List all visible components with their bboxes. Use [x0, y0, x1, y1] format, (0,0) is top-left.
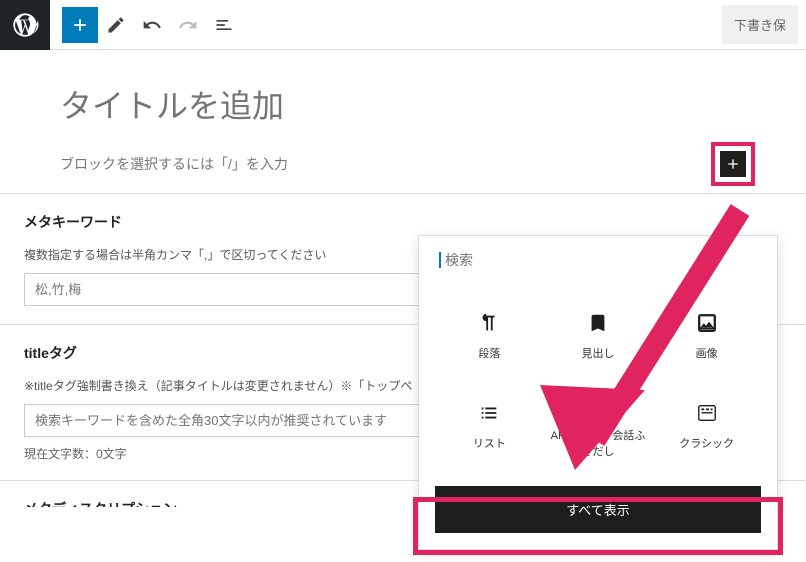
- block-inserter-popover: 段落見出し画像リストAFFINGER: 会話ふきだしクラシック すべて表示: [418, 235, 778, 550]
- add-block-button[interactable]: [62, 7, 98, 43]
- block-item-classic[interactable]: クラシック: [652, 386, 761, 466]
- annotation-highlight: [711, 142, 755, 186]
- undo-button[interactable]: [134, 7, 170, 43]
- block-item-speech[interactable]: AFFINGER: 会話ふきだし: [544, 386, 653, 466]
- pencil-icon: [106, 15, 126, 35]
- paragraph-icon: [477, 311, 501, 335]
- wordpress-logo[interactable]: [0, 0, 50, 50]
- block-item-image[interactable]: 画像: [652, 296, 761, 376]
- block-prompt-row: ブロックを選択するには「/」を入力: [60, 145, 746, 193]
- list-outline-icon: [214, 15, 234, 35]
- edit-tool-button[interactable]: [98, 7, 134, 43]
- block-prompt-text: ブロックを選択するには「/」を入力: [60, 154, 288, 174]
- block-item-bookmark[interactable]: 見出し: [544, 296, 653, 376]
- list-icon: [477, 401, 501, 425]
- plus-icon: [70, 15, 90, 35]
- editor-toolbar: 下書き保: [0, 0, 806, 50]
- inserter-search-wrap: [419, 236, 777, 280]
- redo-button[interactable]: [170, 7, 206, 43]
- bookmark-icon: [586, 311, 610, 335]
- image-icon: [695, 311, 719, 335]
- speech-icon: [586, 393, 610, 417]
- inserter-search-input[interactable]: [439, 252, 757, 268]
- meta-keywords-title: メタキーワード: [24, 212, 746, 232]
- classic-icon: [695, 401, 719, 425]
- show-all-blocks-button[interactable]: すべて表示: [435, 486, 761, 533]
- save-draft-button[interactable]: 下書き保: [722, 5, 798, 44]
- undo-icon: [142, 15, 162, 35]
- post-title-input[interactable]: [60, 80, 746, 145]
- wordpress-icon: [11, 11, 39, 39]
- block-item-list[interactable]: リスト: [435, 386, 544, 466]
- inline-add-block-button[interactable]: [720, 151, 746, 177]
- block-item-paragraph[interactable]: 段落: [435, 296, 544, 376]
- redo-icon: [178, 15, 198, 35]
- inserter-grid: 段落見出し画像リストAFFINGER: 会話ふきだしクラシック: [419, 280, 777, 486]
- document-outline-button[interactable]: [206, 7, 242, 43]
